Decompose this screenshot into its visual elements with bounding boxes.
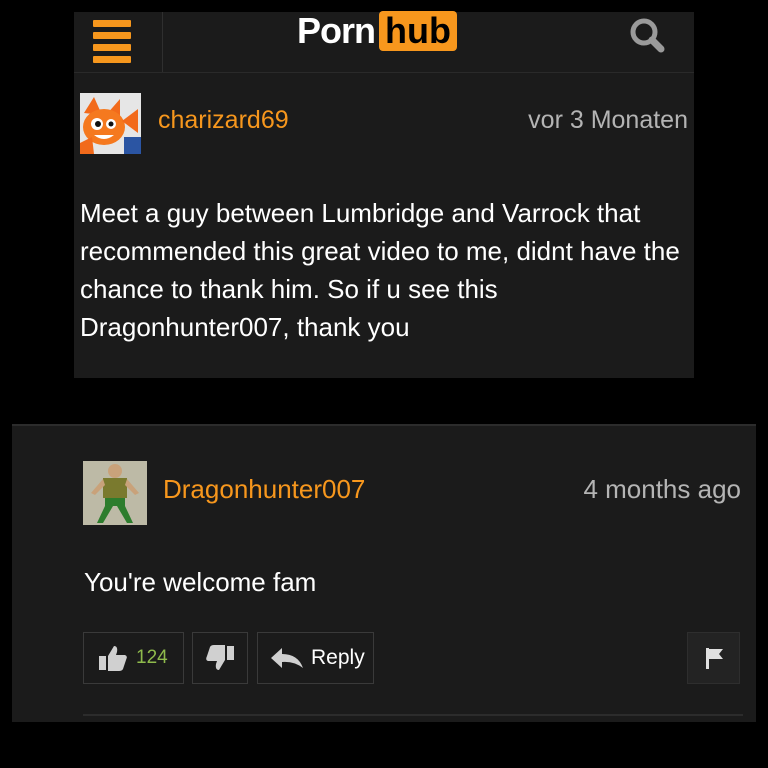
dislike-button[interactable] bbox=[192, 632, 248, 684]
comment-screenshot-2: Dragonhunter007 4 months ago You're welc… bbox=[12, 424, 756, 722]
logo-text-right: hub bbox=[379, 11, 457, 51]
like-count: 124 bbox=[136, 647, 168, 668]
comment-author[interactable]: Dragonhunter007 bbox=[163, 474, 365, 505]
report-button[interactable] bbox=[687, 632, 740, 684]
comment-text: You're welcome fam bbox=[84, 567, 317, 597]
reply-button[interactable]: Reply bbox=[257, 632, 374, 684]
divider bbox=[12, 424, 756, 426]
fox-avatar-icon bbox=[80, 93, 141, 154]
comment-author[interactable]: charizard69 bbox=[158, 106, 289, 135]
site-header: Porn hub bbox=[74, 10, 694, 73]
avatar[interactable] bbox=[80, 93, 141, 154]
flag-icon bbox=[705, 648, 723, 669]
divider bbox=[83, 714, 743, 716]
search-button[interactable] bbox=[620, 14, 676, 62]
thumbs-up-icon bbox=[99, 646, 127, 671]
reply-label: Reply bbox=[311, 646, 365, 669]
comment-text: Meet a guy between Lumbridge and Varrock… bbox=[80, 198, 680, 342]
reply-arrow-icon bbox=[271, 648, 303, 668]
comment-screenshot-1: Porn hub charizard69 vor 3 Monaten Meet … bbox=[74, 10, 694, 378]
avatar[interactable] bbox=[83, 461, 147, 525]
site-logo[interactable]: Porn hub bbox=[297, 8, 457, 54]
thumbs-down-icon bbox=[206, 645, 234, 670]
search-icon bbox=[630, 18, 665, 53]
logo-text-left: Porn bbox=[297, 10, 376, 51]
comment-timestamp: 4 months ago bbox=[583, 474, 741, 504]
comment-timestamp: vor 3 Monaten bbox=[528, 106, 688, 134]
menu-button[interactable] bbox=[74, 12, 163, 72]
runescape-character-avatar-icon bbox=[83, 461, 147, 525]
like-button[interactable]: 124 bbox=[83, 632, 184, 684]
